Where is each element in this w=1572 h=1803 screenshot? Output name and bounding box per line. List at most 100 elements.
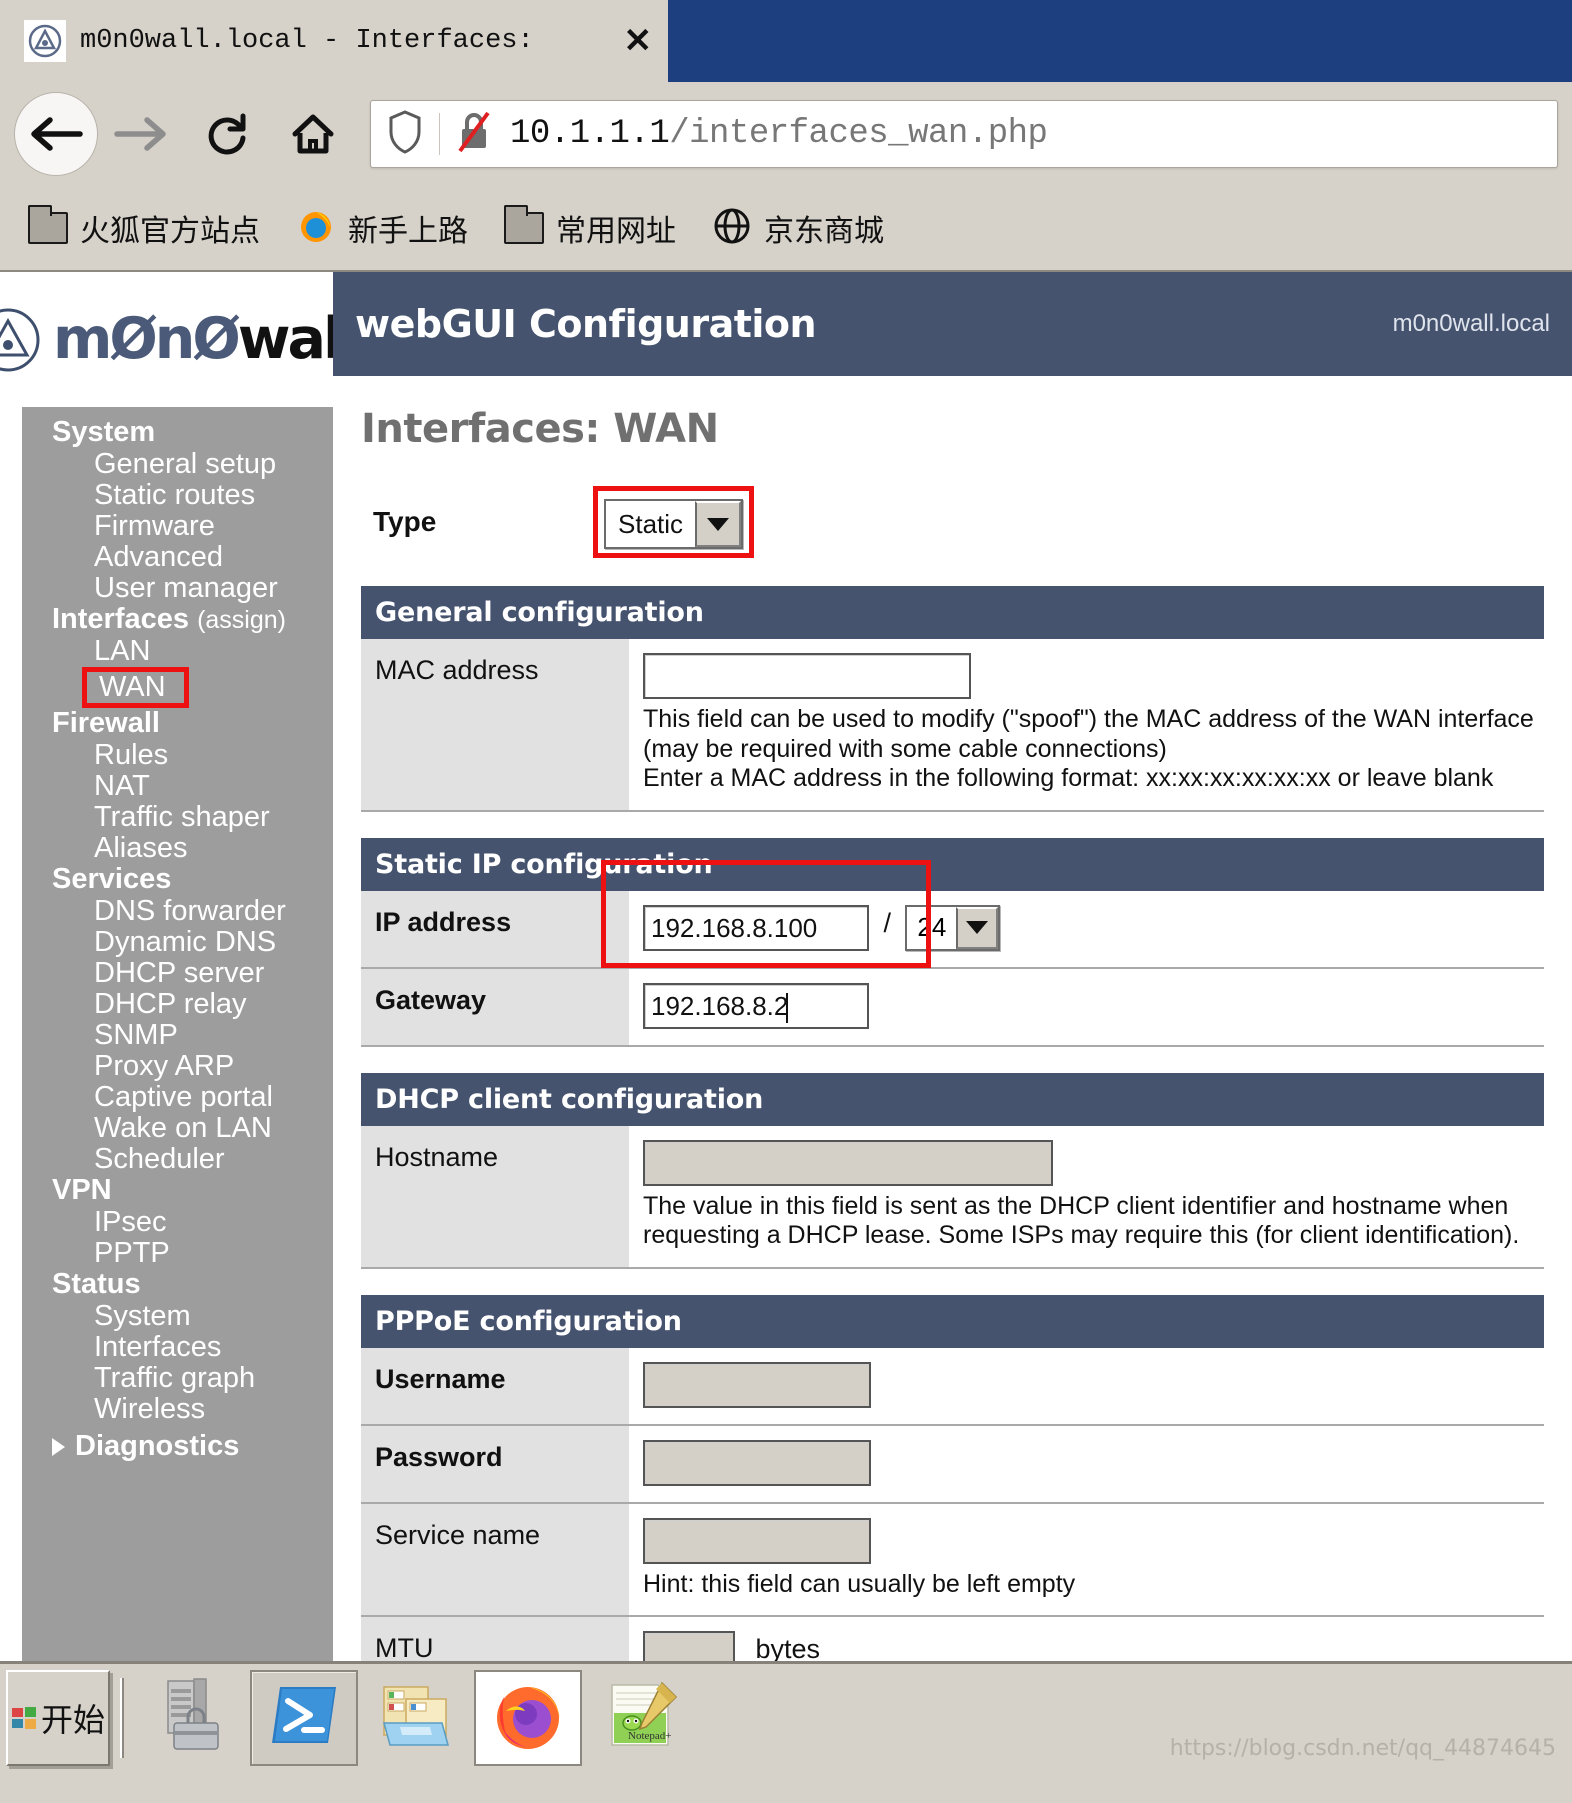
type-select[interactable]: Static bbox=[604, 499, 744, 549]
sidebar-group-system[interactable]: System bbox=[22, 417, 333, 448]
password-input[interactable] bbox=[643, 1439, 871, 1486]
sidebar-group-status[interactable]: Status bbox=[22, 1269, 333, 1300]
url-text: 10.1.1.1/interfaces_wan.php bbox=[510, 115, 1048, 153]
taskbar-item-file-explorer[interactable] bbox=[362, 1670, 470, 1766]
home-button[interactable] bbox=[270, 91, 356, 177]
navigation-toolbar: 10.1.1.1/interfaces_wan.php bbox=[0, 82, 1572, 186]
static-ip-configuration-section: Static IP configuration IP address 192.1… bbox=[361, 837, 1544, 1047]
ip-address-label: IP address bbox=[361, 890, 629, 967]
bookmark-item-0[interactable]: 火狐官方站点 bbox=[28, 205, 260, 250]
sidebar-item-dynamic-dns[interactable]: Dynamic DNS bbox=[22, 927, 333, 958]
service-name-input[interactable] bbox=[643, 1517, 871, 1564]
hostname-input[interactable] bbox=[643, 1139, 1053, 1186]
broken-lock-icon[interactable] bbox=[454, 108, 494, 161]
shield-icon[interactable] bbox=[385, 108, 425, 161]
sidebar-item-status-interfaces[interactable]: Interfaces bbox=[22, 1332, 333, 1363]
sidebar-group-diagnostics[interactable]: Diagnostics bbox=[22, 1431, 333, 1462]
sidebar-item-snmp[interactable]: SNMP bbox=[22, 1020, 333, 1051]
close-icon[interactable]: ✕ bbox=[624, 24, 653, 58]
taskbar-item-notepadpp[interactable]: Notepad+ bbox=[586, 1670, 694, 1766]
type-label: Type bbox=[373, 506, 437, 537]
sidebar-nav: System General setup Static routes Firmw… bbox=[22, 407, 333, 1661]
section-header: PPPoE configuration bbox=[361, 1294, 1544, 1348]
new-tab-button[interactable]: + bbox=[583, 0, 1572, 82]
bookmarks-bar: 火狐官方站点 新手上路 常用网址 京东商城 bbox=[0, 186, 1572, 272]
gui-header: webGUI Configuration m0n0wall.local bbox=[333, 272, 1572, 376]
sidebar-item-traffic-shaper[interactable]: Traffic shaper bbox=[22, 802, 333, 833]
taskbar-item-server-toolbox[interactable] bbox=[138, 1670, 246, 1766]
hostname-label: Hostname bbox=[361, 1125, 629, 1267]
section-header: DHCP client configuration bbox=[361, 1072, 1544, 1126]
gateway-label: Gateway bbox=[361, 968, 629, 1045]
svg-text:Notepad+: Notepad+ bbox=[628, 1730, 671, 1742]
mac-help-line-2: (may be required with some cable connect… bbox=[643, 734, 1167, 763]
sidebar-item-ipsec[interactable]: IPsec bbox=[22, 1207, 333, 1238]
address-bar[interactable]: 10.1.1.1/interfaces_wan.php bbox=[370, 100, 1558, 168]
mac-address-input[interactable] bbox=[643, 653, 971, 699]
hostname-help-line-1: The value in this field is sent as the D… bbox=[643, 1191, 1509, 1220]
subnet-prefix-value: 24 bbox=[917, 912, 947, 942]
general-configuration-section: General configuration MAC address This f… bbox=[361, 586, 1544, 812]
sidebar-item-proxy-arp[interactable]: Proxy ARP bbox=[22, 1051, 333, 1082]
sidebar-item-nat[interactable]: NAT bbox=[22, 771, 333, 802]
sidebar-item-static-routes[interactable]: Static routes bbox=[22, 480, 333, 511]
sidebar-item-rules[interactable]: Rules bbox=[22, 740, 333, 771]
sidebar-group-vpn[interactable]: VPN bbox=[22, 1175, 333, 1206]
mac-address-cell: This field can be used to modify ("spoof… bbox=[629, 639, 1544, 810]
taskbar-item-powershell[interactable] bbox=[250, 1669, 358, 1766]
ip-address-input[interactable]: 192.168.8.100 bbox=[643, 904, 869, 951]
mtu-input[interactable] bbox=[643, 1631, 735, 1661]
chevron-down-icon[interactable] bbox=[695, 501, 742, 547]
start-button[interactable]: 开始 bbox=[6, 1669, 110, 1766]
sidebar-item-user-manager[interactable]: User manager bbox=[22, 573, 333, 604]
sidebar-item-lan[interactable]: LAN bbox=[22, 636, 333, 667]
sidebar-item-dhcp-server[interactable]: DHCP server bbox=[22, 958, 333, 989]
sidebar-group-interfaces[interactable]: Interfaces (assign) bbox=[22, 604, 333, 635]
mac-help-line-3: Enter a MAC address in the following for… bbox=[643, 764, 1494, 792]
sidebar-item-wan[interactable]: WAN bbox=[82, 667, 189, 708]
sidebar-group-services[interactable]: Services bbox=[22, 864, 333, 895]
browser-tab[interactable]: m0n0wall.local - Interfaces: ✕ bbox=[0, 0, 668, 82]
sidebar-group-label: Interfaces bbox=[52, 603, 190, 635]
sidebar-item-captive-portal[interactable]: Captive portal bbox=[22, 1082, 333, 1113]
mtu-cell: bytes Usually, the maximum MTU value of … bbox=[629, 1617, 1544, 1661]
gateway-input[interactable]: 192.168.8.2 bbox=[643, 982, 869, 1029]
tab-strip: + m0n0wall.local - Interfaces: ✕ bbox=[0, 0, 1572, 82]
back-button[interactable] bbox=[14, 92, 98, 176]
subnet-prefix-select[interactable]: 24 bbox=[905, 904, 1001, 951]
sidebar-item-firmware[interactable]: Firmware bbox=[22, 511, 333, 542]
sidebar-item-dhcp-relay[interactable]: DHCP relay bbox=[22, 989, 333, 1020]
chevron-down-icon[interactable] bbox=[956, 906, 999, 949]
sidebar-item-aliases[interactable]: Aliases bbox=[22, 833, 333, 864]
username-input[interactable] bbox=[643, 1361, 871, 1408]
sidebar-item-scheduler[interactable]: Scheduler bbox=[22, 1144, 333, 1175]
bookmark-item-3[interactable]: 京东商城 bbox=[712, 206, 884, 251]
sidebar-item-pptp[interactable]: PPTP bbox=[22, 1238, 333, 1269]
sidebar-item-status-system[interactable]: System bbox=[22, 1301, 333, 1332]
taskbar-item-firefox[interactable] bbox=[474, 1669, 582, 1766]
forward-button[interactable] bbox=[98, 91, 184, 177]
username-label: Username bbox=[361, 1347, 629, 1424]
sidebar-item-wake-on-lan[interactable]: Wake on LAN bbox=[22, 1113, 333, 1144]
file-explorer-icon bbox=[376, 1677, 456, 1758]
m0n0wall-logo-icon bbox=[24, 20, 66, 62]
sidebar-item-traffic-graph[interactable]: Traffic graph bbox=[22, 1363, 333, 1394]
gui-header-title: webGUI Configuration bbox=[355, 302, 817, 346]
pppoe-configuration-section: PPPoE configuration Username Password Se… bbox=[361, 1294, 1544, 1661]
browser-chrome: + m0n0wall.local - Interfaces: ✕ bbox=[0, 0, 1572, 272]
bookmark-item-1[interactable]: 新手上路 bbox=[296, 206, 468, 251]
sidebar-item-advanced[interactable]: Advanced bbox=[22, 542, 333, 573]
sidebar-item-general-setup[interactable]: General setup bbox=[22, 449, 333, 480]
bookmark-item-2[interactable]: 常用网址 bbox=[504, 205, 676, 250]
bookmark-label: 京东商城 bbox=[764, 214, 884, 249]
right-column: webGUI Configuration m0n0wall.local Inte… bbox=[333, 272, 1572, 1661]
hostname-help: The value in this field is sent as the D… bbox=[643, 1192, 1544, 1251]
sidebar-assign-link[interactable]: (assign) bbox=[197, 606, 286, 634]
reload-button[interactable] bbox=[184, 91, 270, 177]
section-header: Static IP configuration bbox=[361, 837, 1544, 891]
taskbar-grip[interactable] bbox=[120, 1677, 124, 1758]
sidebar-item-dns-forwarder[interactable]: DNS forwarder bbox=[22, 896, 333, 927]
sidebar-group-firewall[interactable]: Firewall bbox=[22, 708, 333, 739]
dhcp-client-configuration-section: DHCP client configuration Hostname The v… bbox=[361, 1072, 1544, 1269]
sidebar-item-wireless[interactable]: Wireless bbox=[22, 1394, 333, 1425]
